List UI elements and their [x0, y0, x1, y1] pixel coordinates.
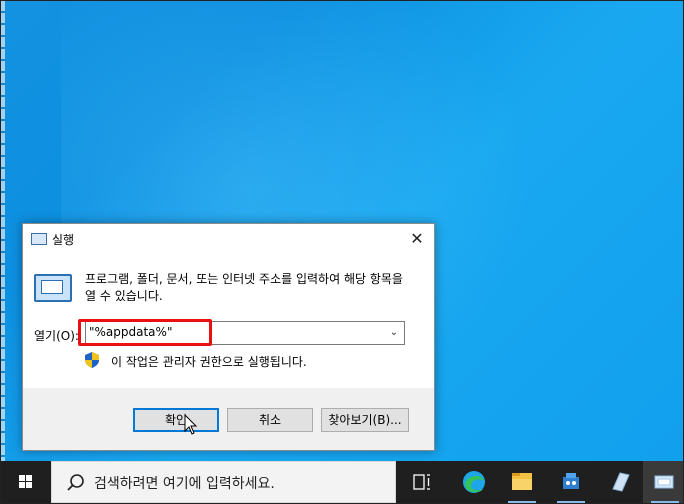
dialog-footer: 확인 취소 찾아보기(B)...: [23, 388, 434, 450]
search-placeholder: 검색하려면 여기에 입력하세요.: [94, 476, 275, 492]
screen: 실행 ✕ 프로그램, 폴더, 문서, 또는 인터넷 주소를 입력하여 해당 항목…: [0, 0, 684, 504]
dialog-title: 실행: [52, 233, 75, 247]
close-icon[interactable]: ✕: [406, 228, 428, 250]
taskbar-notes[interactable]: [598, 461, 642, 503]
cancel-button[interactable]: 취소: [227, 408, 313, 432]
start-button[interactable]: [1, 461, 51, 503]
taskbar-search[interactable]: 검색하려면 여기에 입력하세요.: [51, 461, 396, 503]
file-explorer-icon: [512, 473, 532, 490]
chevron-down-icon[interactable]: ⌄: [384, 322, 404, 344]
task-view-icon: [413, 474, 430, 490]
dialog-titlebar[interactable]: 실행 ✕: [23, 224, 434, 254]
taskbar-file-explorer[interactable]: [500, 461, 544, 503]
open-label: 열기(O):: [34, 329, 79, 343]
dialog-description: 프로그램, 폴더, 문서, 또는 인터넷 주소를 입력하여 해당 항목을 열 수…: [85, 272, 403, 303]
app-icon: [563, 473, 579, 489]
edge-icon: [463, 471, 485, 493]
mouse-cursor-icon: [184, 414, 198, 435]
highlight-box: [78, 319, 212, 346]
browse-button[interactable]: 찾아보기(B)...: [321, 408, 409, 432]
background-window-edge: [1, 1, 5, 461]
search-icon: [67, 474, 84, 491]
taskbar-app[interactable]: [549, 461, 593, 503]
run-dialog: 실행 ✕ 프로그램, 폴더, 문서, 또는 인터넷 주소를 입력하여 해당 항목…: [22, 223, 435, 451]
windows-start-icon[interactable]: [1, 461, 51, 503]
admin-note: 이 작업은 관리자 권한으로 실행됩니다.: [111, 355, 307, 369]
run-icon: [654, 475, 674, 489]
taskbar-run[interactable]: [643, 461, 683, 503]
run-app-icon: [31, 233, 47, 245]
ok-button[interactable]: 확인: [133, 408, 219, 432]
notes-icon: [612, 472, 630, 492]
taskbar-edge[interactable]: [452, 461, 496, 503]
uac-shield-icon: [85, 352, 99, 368]
task-view-button[interactable]: [400, 461, 444, 503]
taskbar: 검색하려면 여기에 입력하세요.: [1, 461, 683, 503]
run-icon: [34, 274, 72, 302]
